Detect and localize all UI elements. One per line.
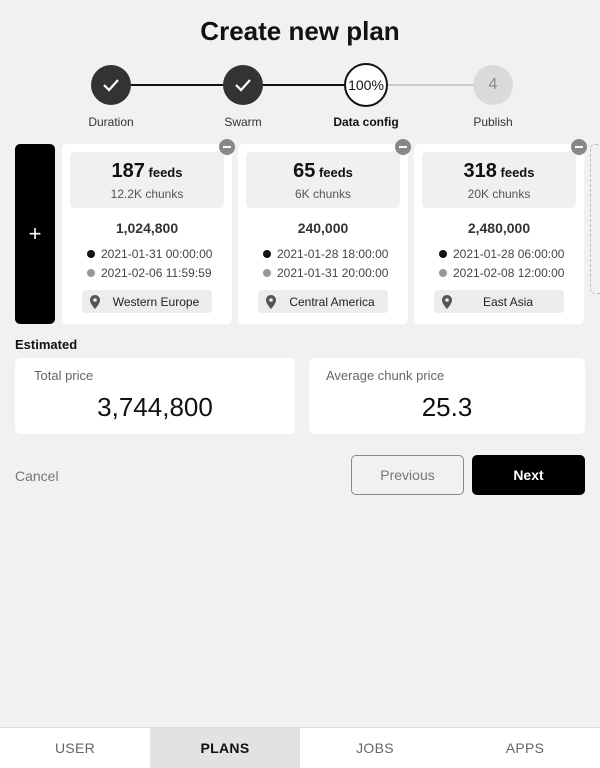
remove-card-button[interactable] xyxy=(571,139,587,155)
start-dot-icon xyxy=(87,250,95,258)
remove-card-button[interactable] xyxy=(219,139,235,155)
data-config-card: 318 feeds 20K chunks 2,480,000 2021-01-2… xyxy=(414,139,587,324)
location-chip[interactable]: East Asia xyxy=(434,290,564,313)
chunks-count: 12.2K chunks xyxy=(110,187,184,201)
location-label: Central America xyxy=(289,294,375,309)
nav-apps[interactable]: APPS xyxy=(450,728,600,768)
step-connector xyxy=(388,84,474,86)
start-date-row: 2021-01-28 06:00:00 xyxy=(439,247,564,261)
previous-button[interactable]: Previous xyxy=(351,455,464,495)
total-price-value: 3,744,800 xyxy=(97,392,213,422)
step-swarm-check[interactable] xyxy=(223,65,263,105)
card-total: 2,480,000 xyxy=(467,220,531,236)
avg-chunk-price-box: Average chunk price 25.3 xyxy=(309,358,585,434)
step-duration-check[interactable] xyxy=(91,65,131,105)
step-label-duration: Duration xyxy=(88,115,134,129)
total-price-box: Total price 3,744,800 xyxy=(15,358,295,434)
card-header: 318 feeds 20K chunks xyxy=(422,152,576,208)
start-date: 2021-01-28 18:00:00 xyxy=(277,247,389,261)
location-pin-icon xyxy=(90,294,108,309)
minus-icon xyxy=(575,146,583,148)
feeds-unit: feeds xyxy=(500,165,535,180)
data-config-card: 65 feeds 6K chunks 240,000 2021-01-28 18… xyxy=(238,139,411,324)
data-config-card: 187 feeds 12.2K chunks 1,024,800 2021-01… xyxy=(62,139,235,324)
remove-card-button[interactable] xyxy=(395,139,411,155)
start-date: 2021-01-31 00:00:00 xyxy=(101,247,213,261)
minus-icon xyxy=(399,146,407,148)
next-card-placeholder xyxy=(590,144,600,294)
step-data-config-progress[interactable]: 100% xyxy=(344,63,388,107)
nav-jobs[interactable]: JOBS xyxy=(300,728,450,768)
start-date-row: 2021-01-31 00:00:00 xyxy=(87,247,212,261)
cancel-button[interactable]: Cancel xyxy=(15,468,59,484)
location-pin-icon xyxy=(442,294,460,309)
feeds-unit: feeds xyxy=(318,165,353,180)
check-icon xyxy=(235,79,251,92)
nav-user[interactable]: USER xyxy=(0,728,150,768)
nav-plans[interactable]: PLANS xyxy=(150,728,300,768)
chunks-count: 20K chunks xyxy=(467,187,531,201)
end-date: 2021-01-31 20:00:00 xyxy=(277,266,389,280)
card-total: 240,000 xyxy=(297,220,349,236)
step-label-publish: Publish xyxy=(473,115,513,129)
chunks-count: 6K chunks xyxy=(294,187,352,201)
start-dot-icon xyxy=(263,250,271,258)
start-dot-icon xyxy=(439,250,447,258)
location-pin-icon xyxy=(266,294,284,309)
step-label-swarm: Swarm xyxy=(224,115,262,129)
end-date-row: 2021-02-08 12:00:00 xyxy=(439,266,564,280)
end-date-row: 2021-01-31 20:00:00 xyxy=(263,266,388,280)
end-dot-icon xyxy=(263,269,271,277)
step-label-data-config: Data config xyxy=(333,115,399,129)
feeds-count: 187 xyxy=(111,160,145,182)
location-chip[interactable]: Western Europe xyxy=(82,290,212,313)
minus-icon xyxy=(223,146,231,148)
end-date: 2021-02-06 11:59:59 xyxy=(101,266,212,280)
step-connector xyxy=(262,84,344,86)
end-date-row: 2021-02-06 11:59:59 xyxy=(87,266,212,280)
feeds-count: 65 xyxy=(293,160,316,182)
end-dot-icon xyxy=(87,269,95,277)
bottom-nav: USER PLANS JOBS APPS xyxy=(0,727,600,768)
page-title: Create new plan xyxy=(200,16,400,46)
card-header: 187 feeds 12.2K chunks xyxy=(70,152,224,208)
start-date-row: 2021-01-28 18:00:00 xyxy=(263,247,388,261)
card-header: 65 feeds 6K chunks xyxy=(246,152,400,208)
feeds-count: 318 xyxy=(463,160,497,182)
card-total: 1,024,800 xyxy=(115,220,179,236)
next-button[interactable]: Next xyxy=(472,455,585,495)
feeds-unit: feeds xyxy=(148,165,183,180)
location-label: Western Europe xyxy=(112,294,200,309)
check-icon xyxy=(103,79,119,92)
add-config-button[interactable]: + xyxy=(15,144,55,324)
avg-chunk-price-value: 25.3 xyxy=(421,392,473,422)
end-dot-icon xyxy=(439,269,447,277)
avg-chunk-price-label: Average chunk price xyxy=(326,368,445,383)
step-connector xyxy=(130,84,224,86)
location-chip[interactable]: Central America xyxy=(258,290,388,313)
step-publish-number[interactable]: 4 xyxy=(473,65,513,105)
estimated-heading: Estimated xyxy=(15,337,78,352)
start-date: 2021-01-28 06:00:00 xyxy=(453,247,565,261)
end-date: 2021-02-08 12:00:00 xyxy=(453,266,565,280)
location-label: East Asia xyxy=(482,294,534,309)
total-price-label: Total price xyxy=(34,368,94,383)
